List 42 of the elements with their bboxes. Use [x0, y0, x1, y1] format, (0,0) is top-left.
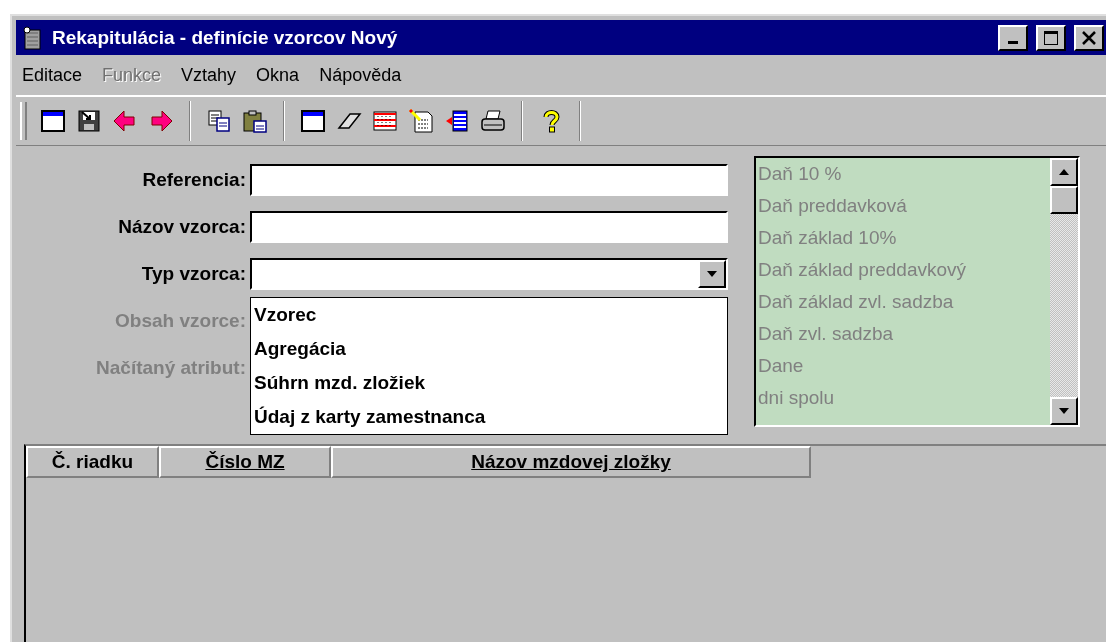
column-header[interactable]: Číslo MZ — [159, 446, 331, 478]
text-field[interactable] — [250, 211, 728, 243]
column-header[interactable]: Č. riadku — [26, 446, 159, 478]
caret-down-icon — [707, 271, 717, 277]
field-label: Načítaný atribut: — [95, 357, 247, 379]
toolbar-grip[interactable] — [20, 102, 27, 140]
minimize-button[interactable] — [998, 24, 1028, 51]
copy-icon — [206, 108, 232, 134]
save-icon — [76, 108, 102, 134]
dropdown-option[interactable]: Údaj z karty zamestnanca — [251, 400, 727, 434]
minimize-icon — [1008, 41, 1018, 44]
window-icon — [300, 108, 326, 134]
field-label: Referencia: — [141, 169, 247, 191]
dropdown-option[interactable]: Agregácia — [251, 332, 727, 366]
text-field[interactable] — [250, 164, 728, 196]
close-icon — [1081, 29, 1097, 46]
insert-row-icon — [444, 108, 470, 134]
clipboard-icon — [242, 108, 268, 134]
arrow-right-icon — [148, 108, 174, 134]
dropdown-option[interactable]: Vzorec — [251, 298, 727, 332]
window-title: Rekapitulácia - definície vzorcov Nový — [52, 26, 399, 49]
dropdown-option[interactable]: Súhrn mzd. zložiek — [251, 366, 727, 400]
table-icon — [372, 108, 398, 134]
combo-box[interactable] — [250, 258, 728, 290]
close-button[interactable] — [1074, 24, 1104, 51]
field-label: Typ vzorca: — [140, 263, 247, 285]
dropdown-button[interactable] — [698, 260, 726, 288]
menu-item[interactable]: Editace — [22, 64, 83, 86]
maximize-icon — [1043, 29, 1059, 46]
menu-item[interactable]: Nápověda — [319, 64, 402, 86]
edit-document-icon — [408, 108, 434, 134]
caret-up-icon — [1059, 169, 1069, 175]
arrow-left-icon — [112, 108, 138, 134]
caret-down-icon — [1059, 408, 1069, 414]
maximize-button[interactable] — [1036, 24, 1066, 51]
field-label: Obsah vzorce: — [114, 310, 247, 332]
column-header[interactable]: Názov mzdovej zložky — [331, 446, 811, 478]
menu-item[interactable]: Okna — [256, 64, 300, 86]
menu-item[interactable]: Vztahy — [181, 64, 237, 86]
printer-icon — [480, 108, 506, 134]
window-icon — [40, 108, 66, 134]
field-label: Názov vzorca: — [117, 216, 247, 238]
